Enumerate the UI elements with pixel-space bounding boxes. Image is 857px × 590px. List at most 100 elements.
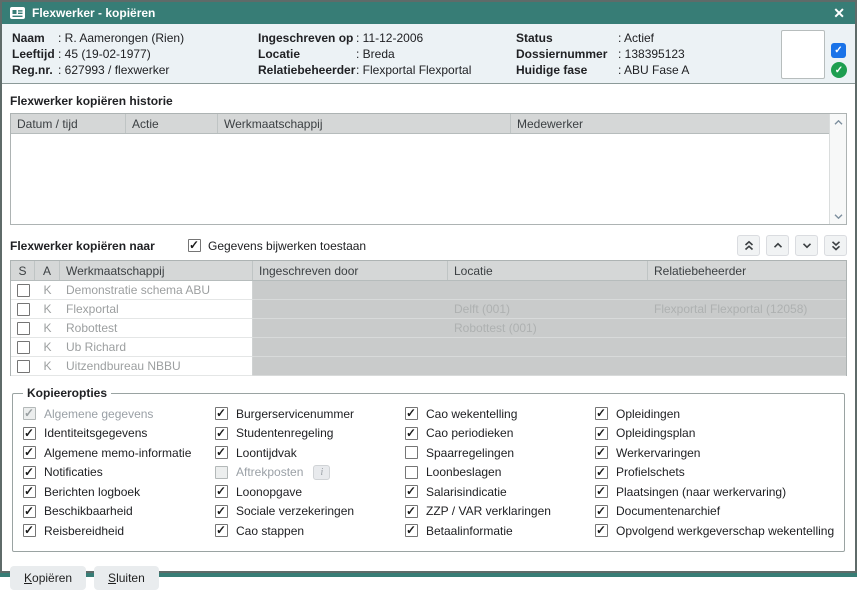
optie-checkbox[interactable] (405, 524, 418, 537)
optie-spaarregelingen[interactable]: Spaarregelingen (405, 443, 595, 463)
optie-checkbox[interactable] (405, 427, 418, 440)
info-column-2: Ingeschreven op: 11-12-2006 Locatie: Bre… (258, 29, 516, 79)
optie-salarisindicatie[interactable]: Salarisindicatie (405, 482, 595, 502)
historie-col-medewerker[interactable]: Medewerker (511, 114, 829, 133)
optie-reisbereidheid[interactable]: Reisbereidheid (23, 521, 215, 541)
optie-checkbox[interactable] (595, 505, 608, 518)
move-up-button[interactable] (766, 235, 789, 256)
optie-berichten-logboek[interactable]: Berichten logboek (23, 482, 215, 502)
optie-checkbox[interactable] (215, 505, 228, 518)
optie-cao-stappen[interactable]: Cao stappen (215, 521, 405, 541)
optie-opleidingsplan[interactable]: Opleidingsplan (595, 424, 834, 444)
optie-betaalinformatie[interactable]: Betaalinformatie (405, 521, 595, 541)
close-icon[interactable]: ✕ (831, 6, 847, 20)
optie-loonbeslagen[interactable]: Loonbeslagen (405, 463, 595, 483)
optie-cao-wekentelling[interactable]: Cao wekentelling (405, 404, 595, 424)
optie-aftrekposten: Aftrekposteni (215, 463, 405, 483)
ingeschreven-op-value: : 11-12-2006 (356, 30, 423, 46)
optie-sociale-verzekeringen[interactable]: Sociale verzekeringen (215, 502, 405, 522)
optie-checkbox[interactable] (595, 446, 608, 459)
optie-algemene-memo-informatie[interactable]: Algemene memo-informatie (23, 443, 215, 463)
optie-checkbox[interactable] (23, 446, 36, 459)
double-chevron-up-icon (744, 240, 754, 251)
huidige-fase-value: : ABU Fase A (618, 62, 689, 78)
optie-checkbox[interactable] (23, 427, 36, 440)
optie-checkbox[interactable] (23, 466, 36, 479)
optie-checkbox[interactable] (595, 466, 608, 479)
optie-documentenarchief[interactable]: Documentenarchief (595, 502, 834, 522)
optie-checkbox[interactable] (595, 427, 608, 440)
row-locatie (448, 338, 648, 357)
optie-algemene-gegevens: Algemene gegevens (23, 404, 215, 424)
row-select-checkbox[interactable] (17, 360, 30, 373)
optie-cao-periodieken[interactable]: Cao periodieken (405, 424, 595, 444)
table-row: K Flexportal Delft (001) Flexportal Flex… (11, 300, 846, 319)
info-icon[interactable]: i (313, 465, 330, 480)
move-top-button[interactable] (737, 235, 760, 256)
gegevens-bijwerken-checkbox[interactable] (188, 239, 201, 252)
optie-zzp-var-verklaringen[interactable]: ZZP / VAR verklaringen (405, 502, 595, 522)
optie-checkbox[interactable] (405, 466, 418, 479)
gegevens-bijwerken-option[interactable]: Gegevens bijwerken toestaan (188, 239, 366, 253)
optie-beschikbaarheid[interactable]: Beschikbaarheid (23, 502, 215, 522)
optie-checkbox[interactable] (23, 485, 36, 498)
historie-col-actie[interactable]: Actie (126, 114, 218, 133)
optie-checkbox[interactable] (405, 485, 418, 498)
naar-col-a[interactable]: A (35, 261, 60, 280)
optie-werkervaringen[interactable]: Werkervaringen (595, 443, 834, 463)
opties-column-4: Opleidingen Opleidingsplan Werkervaringe… (595, 404, 834, 541)
optie-checkbox[interactable] (215, 407, 228, 420)
naar-col-ingeschreven-door[interactable]: Ingeschreven door (253, 261, 448, 280)
optie-checkbox[interactable] (215, 427, 228, 440)
row-select-checkbox[interactable] (17, 322, 30, 335)
optie-notificaties[interactable]: Notificaties (23, 463, 215, 483)
row-a-flag: K (35, 357, 60, 376)
naar-col-s[interactable]: S (11, 261, 35, 280)
kopieren-button[interactable]: Kopiëren (10, 566, 86, 590)
optie-burgerservicenummer[interactable]: Burgerservicenummer (215, 404, 405, 424)
naar-col-werkmaatschappij[interactable]: Werkmaatschappij (60, 261, 253, 280)
optie-opvolgend-werkgeverschap-wekentelling[interactable]: Opvolgend werkgeverschap wekentelling (595, 521, 834, 541)
locatie-value: : Breda (356, 46, 395, 62)
opties-column-3: Cao wekentelling Cao periodieken Spaarre… (405, 404, 595, 541)
historie-col-datum-tijd[interactable]: Datum / tijd (11, 114, 126, 133)
blue-checkbox-flag[interactable]: ✓ (831, 43, 846, 58)
optie-checkbox[interactable] (595, 524, 608, 537)
optie-opleidingen[interactable]: Opleidingen (595, 404, 834, 424)
row-select-checkbox[interactable] (17, 303, 30, 316)
optie-plaatsingen-naar-werkervaring[interactable]: Plaatsingen (naar werkervaring) (595, 482, 834, 502)
optie-checkbox[interactable] (215, 485, 228, 498)
optie-checkbox[interactable] (215, 524, 228, 537)
green-check-status-icon: ✓ (831, 62, 847, 78)
optie-profielschets[interactable]: Profielschets (595, 463, 834, 483)
move-down-button[interactable] (795, 235, 818, 256)
optie-checkbox[interactable] (23, 524, 36, 537)
optie-checkbox[interactable] (23, 505, 36, 518)
naam-value: : R. Aamerongen (Rien) (58, 30, 184, 46)
optie-studentenregeling[interactable]: Studentenregeling (215, 424, 405, 444)
sluiten-button[interactable]: Sluiten (94, 566, 159, 590)
row-select-checkbox[interactable] (17, 284, 30, 297)
optie-loontijdvak[interactable]: Loontijdvak (215, 443, 405, 463)
optie-checkbox[interactable] (215, 446, 228, 459)
naar-col-relatiebeheerder[interactable]: Relatiebeheerder (648, 261, 846, 280)
scroll-down-icon[interactable] (830, 208, 846, 224)
row-locatie: Delft (001) (448, 300, 648, 319)
historie-scrollbar[interactable] (829, 114, 846, 224)
scroll-up-icon[interactable] (830, 114, 846, 130)
optie-loonopgave[interactable]: Loonopgave (215, 482, 405, 502)
historie-col-werkmaatschappij[interactable]: Werkmaatschappij (218, 114, 511, 133)
move-bottom-button[interactable] (824, 235, 847, 256)
optie-checkbox[interactable] (595, 485, 608, 498)
optie-checkbox[interactable] (405, 407, 418, 420)
optie-identiteitsgegevens[interactable]: Identiteitsgegevens (23, 424, 215, 444)
naar-col-locatie[interactable]: Locatie (448, 261, 648, 280)
optie-checkbox[interactable] (405, 505, 418, 518)
status-flags: ✓ ✓ (831, 29, 847, 79)
optie-checkbox[interactable] (595, 407, 608, 420)
dialog-buttons: Kopiëren Sluiten (10, 566, 847, 590)
ingeschreven-op-label: Ingeschreven op (258, 30, 356, 46)
optie-checkbox[interactable] (405, 446, 418, 459)
row-select-checkbox[interactable] (17, 341, 30, 354)
relatiebeheerder-label: Relatiebeheerder (258, 62, 356, 78)
